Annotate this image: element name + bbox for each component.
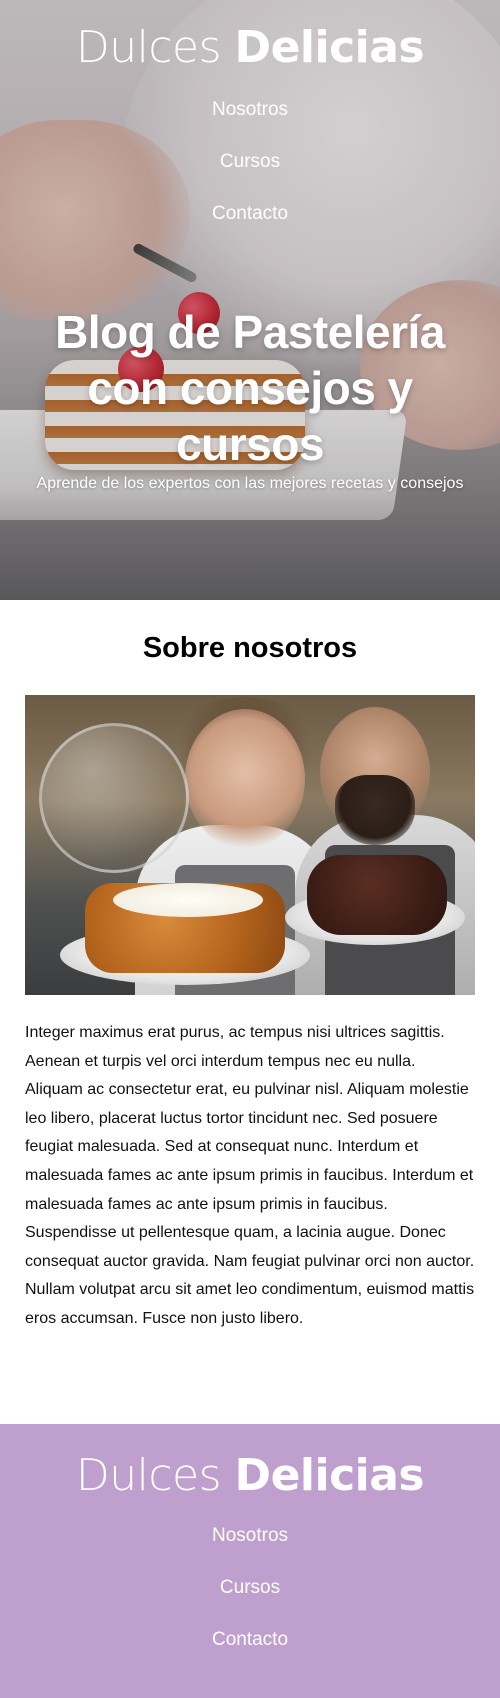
photo-chocolate-cake	[307, 855, 447, 935]
footer-logo-text-bold: Delicias	[234, 1450, 425, 1501]
about-photo	[25, 695, 475, 995]
hero-title: Blog de Pastelería con consejos y cursos	[55, 306, 445, 470]
footer-nav-item-cursos: Cursos	[0, 1573, 500, 1625]
footer-nav-item-nosotros: Nosotros	[0, 1521, 500, 1573]
hero-section: Dulces Delicias Nosotros Cursos Contacto…	[0, 0, 500, 600]
footer-nav-link-nosotros[interactable]: Nosotros	[212, 1525, 288, 1546]
footer-logo-text-light: Dulces	[75, 1450, 222, 1501]
photo-man-beard	[335, 775, 415, 845]
footer-nav-link-cursos[interactable]: Cursos	[220, 1577, 280, 1598]
nav-item-nosotros: Nosotros	[0, 95, 500, 147]
footer-nav-item-contacto: Contacto	[0, 1625, 500, 1677]
footer-nav: Nosotros Cursos Contacto	[0, 1521, 500, 1677]
nav-link-cursos[interactable]: Cursos	[220, 151, 280, 172]
site-footer: Dulces Delicias Nosotros Cursos Contacto	[0, 1424, 500, 1698]
main-nav: Nosotros Cursos Contacto	[0, 95, 500, 251]
photo-woman-face	[185, 709, 305, 849]
photo-glass-dome	[39, 723, 189, 873]
nav-link-contacto[interactable]: Contacto	[212, 203, 288, 224]
site-logo[interactable]: Dulces Delicias	[0, 22, 500, 73]
about-paragraph: Integer maximus erat purus, ac tempus ni…	[25, 1024, 475, 1327]
nav-item-contacto: Contacto	[0, 199, 500, 251]
nav-link-nosotros[interactable]: Nosotros	[212, 99, 288, 120]
about-section: Sobre nosotros Integer maximus erat puru…	[0, 600, 500, 1334]
site-header: Dulces Delicias Nosotros Cursos Contacto	[0, 22, 500, 251]
footer-logo[interactable]: Dulces Delicias	[0, 1424, 500, 1501]
hero-subtitle: Aprende de los expertos con las mejores …	[36, 475, 464, 492]
logo-text-bold: Delicias	[234, 22, 425, 73]
photo-cake-frosting	[113, 883, 263, 917]
hero-text: Blog de Pastelería con consejos y cursos…	[0, 304, 500, 493]
logo-text-light: Dulces	[75, 22, 222, 73]
section-title: Sobre nosotros	[142, 632, 358, 664]
nav-item-cursos: Cursos	[0, 147, 500, 199]
footer-nav-link-contacto[interactable]: Contacto	[212, 1629, 288, 1650]
